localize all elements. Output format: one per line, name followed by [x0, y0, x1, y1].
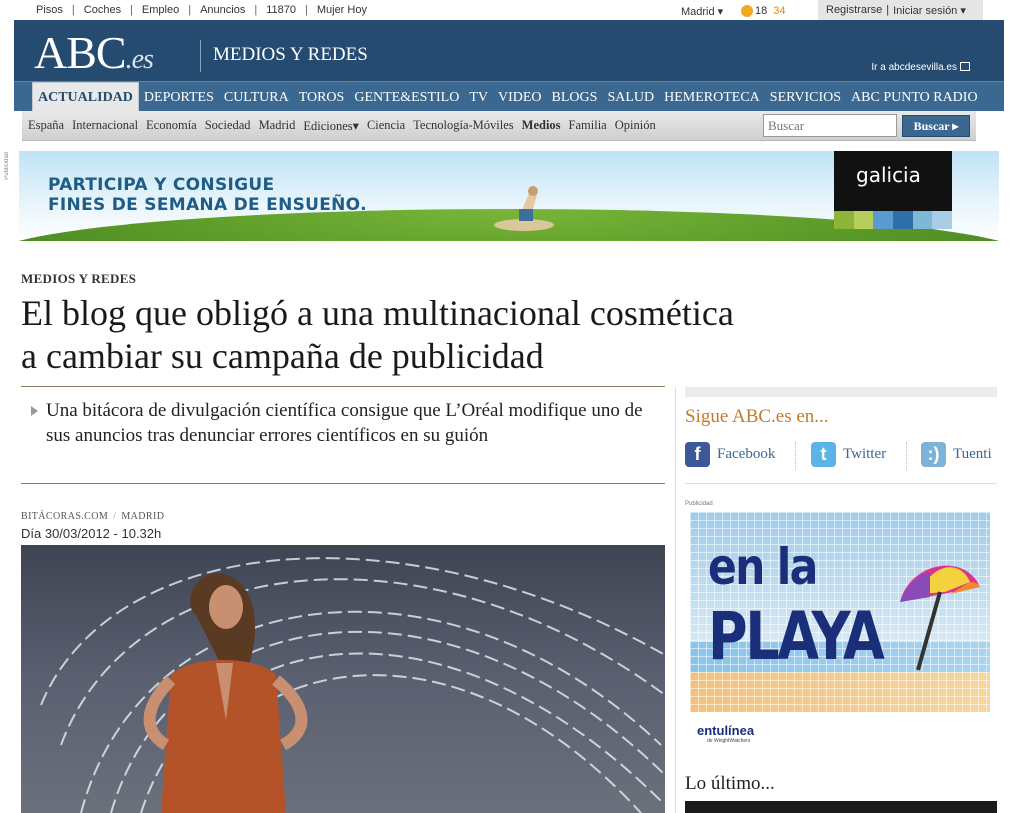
- nav-actualidad[interactable]: ACTUALIDAD: [32, 82, 139, 112]
- temp-high: 34: [773, 5, 786, 17]
- sidebar-ad-label: Publicidad: [685, 501, 713, 507]
- search-button[interactable]: Buscar ▸: [902, 115, 970, 137]
- nav-hemeroteca[interactable]: HEMEROTECA: [659, 82, 765, 112]
- subnav-familia[interactable]: Familia: [569, 118, 615, 134]
- subnav-tecnologia[interactable]: Tecnología-Móviles: [413, 118, 522, 134]
- nav-abc-punto-radio[interactable]: ABC PUNTO RADIO: [846, 82, 983, 112]
- article-summary: Una bitácora de divulgación científica c…: [21, 386, 665, 484]
- ad-text-playa: PLAYA: [708, 598, 885, 675]
- nav-video[interactable]: VIDEO: [493, 82, 547, 112]
- subnav-medios[interactable]: Medios: [522, 118, 569, 134]
- article-photo[interactable]: [21, 545, 665, 813]
- subnav-madrid[interactable]: Madrid: [259, 118, 304, 134]
- nav-servicios[interactable]: SERVICIOS: [765, 82, 846, 112]
- relaxing-person-image: [494, 186, 554, 231]
- top-link-anuncios[interactable]: Anuncios: [200, 4, 254, 16]
- subnav-espana[interactable]: España: [28, 118, 72, 134]
- sidebar-divider: [675, 387, 676, 813]
- follow-title: Sigue ABC.es en...: [685, 406, 829, 427]
- subnav-opinion[interactable]: Opinión: [615, 118, 664, 134]
- nav-tv[interactable]: TV: [464, 82, 493, 112]
- en-la-playa-ad[interactable]: en la PLAYA: [690, 512, 990, 712]
- nav-cultura[interactable]: CULTURA: [219, 82, 294, 112]
- galicia-tiles: [834, 211, 953, 229]
- external-link-icon: [960, 62, 970, 71]
- facebook-link[interactable]: f Facebook: [685, 442, 775, 467]
- register-link[interactable]: Registrarse: [826, 4, 882, 16]
- ad-side-label: Publicidad: [4, 152, 10, 180]
- abc-logo[interactable]: ABC.es: [34, 26, 154, 79]
- galicia-wordmark: galicia: [856, 163, 921, 187]
- beach-umbrella-icon: [900, 565, 980, 671]
- article-date: Día 30/03/2012 - 10.32h: [21, 526, 162, 541]
- tuenti-link[interactable]: :) Tuenti: [921, 442, 992, 467]
- top-link-empleo[interactable]: Empleo: [142, 4, 188, 16]
- login-link[interactable]: Iniciar sesión ▾: [893, 4, 966, 17]
- temp-low: 18: [755, 5, 768, 17]
- tuenti-icon: :): [921, 442, 946, 467]
- site-header: ABC.es MEDIOS Y REDES Ir a abcdesevilla.…: [14, 20, 1004, 81]
- subnav-ediciones[interactable]: Ediciones▾: [303, 118, 367, 134]
- summary-text: Una bitácora de divulgación científica c…: [46, 400, 643, 446]
- sevilla-link[interactable]: Ir a abcdesevilla.es: [871, 62, 970, 73]
- nav-toros[interactable]: TOROS: [294, 82, 350, 112]
- section-title[interactable]: MEDIOS Y REDES: [213, 44, 368, 66]
- city-selector[interactable]: Madrid ▾: [681, 5, 723, 18]
- sidebar-top-strip: [685, 387, 997, 397]
- sun-icon: [741, 5, 753, 17]
- latest-news-bar: [685, 801, 997, 813]
- nav-blogs[interactable]: BLOGS: [547, 82, 603, 112]
- top-link-coches[interactable]: Coches: [84, 4, 130, 16]
- user-box: Registrarse | Iniciar sesión ▾: [818, 0, 983, 20]
- social-links: f Facebook t Twitter :) Tuenti: [685, 440, 997, 484]
- subnav-internacional[interactable]: Internacional: [72, 118, 146, 134]
- nav-salud[interactable]: SALUD: [602, 82, 659, 112]
- logo-divider: [200, 40, 201, 72]
- entulinea-logo[interactable]: entulínea de WeightWatchers: [697, 723, 754, 744]
- facebook-icon: f: [685, 442, 710, 467]
- byline-location: MADRID: [121, 511, 165, 522]
- search-input[interactable]: [763, 114, 897, 137]
- article-photo-illustration: [40, 557, 665, 813]
- galicia-logo: galicia: [834, 151, 953, 229]
- nav-deportes[interactable]: DEPORTES: [139, 82, 219, 112]
- subnav-economia[interactable]: Economía: [146, 118, 205, 134]
- main-nav: ACTUALIDAD DEPORTES CULTURA TOROS GENTE&…: [14, 81, 1004, 112]
- article-kicker[interactable]: MEDIOS Y REDES: [21, 271, 136, 287]
- top-link-mujer-hoy[interactable]: Mujer Hoy: [317, 4, 376, 16]
- latest-news-title: Lo último...: [685, 773, 775, 794]
- top-link-pisos[interactable]: Pisos: [36, 4, 72, 16]
- banner-line1: PARTICIPA Y CONSIGUE: [48, 175, 275, 195]
- top-utility-bar: Pisos | Coches | Empleo | Anuncios | 11870 | …: [0, 0, 1014, 20]
- subnav-ciencia[interactable]: Ciencia: [367, 118, 413, 134]
- banner-line2: FINES DE SEMANA DE ENSUEÑO.: [48, 195, 367, 215]
- article-byline: BITÁCORAS.COM / MADRID: [21, 511, 165, 522]
- top-link-11870[interactable]: 11870: [266, 4, 305, 16]
- twitter-link[interactable]: t Twitter: [811, 442, 886, 467]
- top-links: Pisos | Coches | Empleo | Anuncios | 11870 | …: [36, 4, 376, 16]
- weather-widget[interactable]: 18 34: [741, 5, 786, 17]
- article-headline: El blog que obligó a una multinacional c…: [21, 293, 734, 376]
- nav-gente-estilo[interactable]: GENTE&ESTILO: [349, 82, 464, 112]
- ad-text-en-la: en la: [708, 538, 818, 596]
- galicia-banner-ad[interactable]: PARTICIPA Y CONSIGUE FINES DE SEMANA DE …: [19, 151, 999, 241]
- bullet-arrow-icon: [31, 406, 38, 416]
- byline-source: BITÁCORAS.COM: [21, 511, 109, 522]
- twitter-icon: t: [811, 442, 836, 467]
- sub-nav: España Internacional Economía Sociedad M…: [22, 111, 976, 141]
- subnav-sociedad[interactable]: Sociedad: [205, 118, 259, 134]
